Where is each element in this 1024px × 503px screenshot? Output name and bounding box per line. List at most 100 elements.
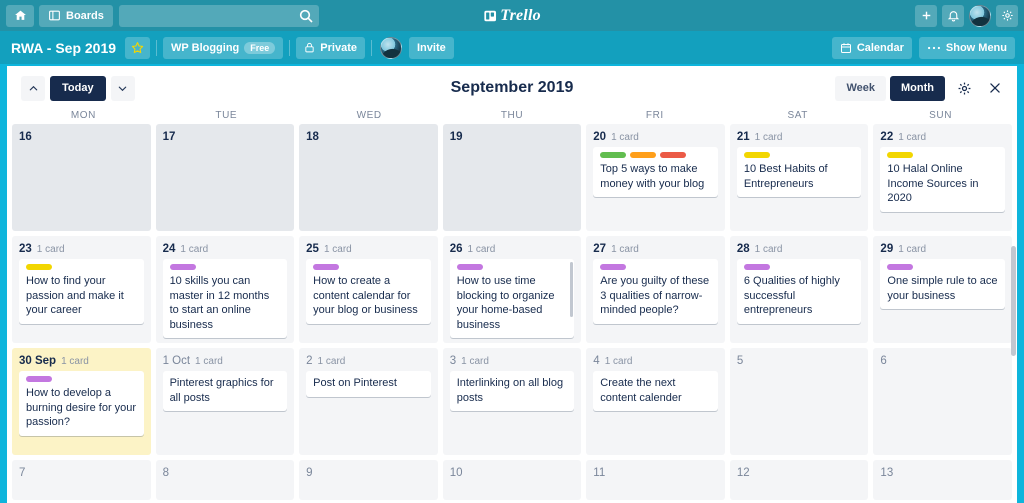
calendar-settings-gear-icon[interactable]: [952, 76, 976, 100]
trello-card[interactable]: How to find your passion and make it you…: [19, 259, 144, 324]
day-cell-26[interactable]: 26 1 card How to use time blocking to orga…: [442, 236, 582, 343]
day-cell-28[interactable]: 28 1 card 6 Qualities of highly successful…: [729, 236, 869, 343]
day-cell-21[interactable]: 21 1 card 10 Best Habits of Entrepreneurs: [729, 124, 869, 231]
label-chip-yellow[interactable]: [26, 264, 52, 270]
notifications-button[interactable]: [942, 4, 964, 27]
day-cell-1-oct[interactable]: 1 Oct 1 card Pinterest graphics for all po…: [155, 348, 295, 455]
day-cell-27[interactable]: 27 1 card Are you guilty of these 3 qualit…: [586, 236, 725, 343]
day-cell-29[interactable]: 29 1 card One simple rule to ace your busi…: [873, 236, 1012, 343]
show-menu-button[interactable]: Show Menu: [918, 36, 1015, 59]
day-cell-16[interactable]: 16: [12, 124, 151, 231]
next-period-button[interactable]: [110, 75, 135, 101]
label-chip-purple[interactable]: [743, 264, 770, 270]
home-button[interactable]: [6, 4, 34, 27]
label-chip-red[interactable]: [660, 152, 687, 158]
day-cell-22[interactable]: 22 1 card 10 Halal Online Income Sources i…: [873, 124, 1012, 231]
trello-card[interactable]: Top 5 ways to make money with your blog: [593, 147, 718, 197]
trello-card[interactable]: How to use time blocking to organize you…: [449, 259, 575, 338]
trello-logo[interactable]: Trello: [483, 7, 541, 25]
day-number: 10: [449, 467, 463, 479]
trello-card[interactable]: 6 Qualities of highly successful entrepr…: [736, 259, 862, 324]
weekday-header-thu: THU: [500, 110, 524, 121]
day-cell-18[interactable]: 18: [299, 124, 438, 231]
trello-card[interactable]: Are you guilty of these 3 qualities of n…: [593, 259, 718, 324]
label-chip-orange[interactable]: [630, 152, 657, 158]
day-cell-2[interactable]: 2 1 card Post on Pinterest: [299, 348, 438, 455]
day-cell-11[interactable]: 11: [586, 460, 725, 500]
day-cell-12[interactable]: 12: [729, 460, 869, 500]
label-chip-green[interactable]: [600, 152, 627, 158]
trello-card[interactable]: 10 Best Habits of Entrepreneurs: [736, 147, 862, 197]
user-avatar[interactable]: [969, 4, 991, 27]
day-cell-19[interactable]: 19: [442, 124, 582, 231]
label-chip-purple[interactable]: [600, 264, 627, 270]
day-header: 13: [880, 467, 1005, 479]
search-input[interactable]: [118, 9, 319, 22]
gear-icon[interactable]: [996, 4, 1018, 27]
day-cell-20[interactable]: 20 1 card Top 5 ways to make money with yo…: [586, 124, 725, 231]
day-cell-24[interactable]: 24 1 card 10 skills you can master in 12 m…: [155, 236, 295, 343]
day-cell-10[interactable]: 10: [442, 460, 582, 500]
day-header: 12: [737, 467, 862, 479]
card-scrollbar[interactable]: [570, 262, 574, 317]
calendar-label: Calendar: [856, 41, 904, 54]
trello-card[interactable]: Pinterest graphics for all posts: [162, 371, 288, 411]
day-cell-4[interactable]: 4 1 card Create the next content calender: [586, 348, 725, 455]
trello-card[interactable]: 10 Halal Online Income Sources in 2020: [880, 147, 1005, 212]
day-cell-7[interactable]: 7: [12, 460, 151, 500]
boards-button[interactable]: Boards: [39, 4, 113, 27]
day-header: 21 1 card: [737, 131, 862, 143]
day-header: 28 1 card: [737, 243, 862, 255]
home-icon: [14, 9, 27, 22]
previous-period-button[interactable]: [21, 75, 45, 101]
day-cell-23[interactable]: 23 1 card How to find your passion and mak…: [12, 236, 151, 343]
card-labels: [887, 152, 998, 158]
team-button[interactable]: WP Blogging Free: [163, 36, 284, 59]
label-chip-purple[interactable]: [887, 264, 914, 270]
search-icon[interactable]: [298, 8, 314, 24]
label-chip-yellow[interactable]: [887, 152, 914, 158]
trello-card[interactable]: How to create a content calendar for you…: [306, 259, 431, 324]
star-board-button[interactable]: [125, 36, 151, 59]
day-number: 1 Oct: [162, 355, 191, 367]
day-cell-25[interactable]: 25 1 card How to create a content calendar…: [299, 236, 438, 343]
member-avatar[interactable]: [380, 36, 402, 59]
board-title: RWA - Sep 2019: [11, 39, 117, 56]
search-box[interactable]: [118, 4, 319, 27]
trello-card[interactable]: Create the next content calender: [593, 371, 718, 411]
day-cell-13[interactable]: 13: [873, 460, 1012, 500]
calendar-scrollbar[interactable]: [1011, 246, 1016, 356]
label-chip-purple[interactable]: [169, 264, 196, 270]
day-cell-6[interactable]: 6: [873, 348, 1012, 455]
close-icon[interactable]: [983, 76, 1007, 100]
trello-card[interactable]: Interlinking on all blog posts: [449, 371, 575, 411]
trello-card[interactable]: One simple rule to ace your business: [880, 259, 1005, 309]
day-header: 11: [593, 467, 718, 479]
calendar-week-row: 23 1 card How to find your passion and mak…: [12, 236, 1012, 343]
visibility-button[interactable]: Private: [296, 36, 365, 59]
day-cell-30-sep[interactable]: 30 Sep 1 card How to develop a burning des…: [12, 348, 151, 455]
month-view-button[interactable]: Month: [890, 75, 945, 101]
day-cell-3[interactable]: 3 1 card Interlinking on all blog posts: [442, 348, 582, 455]
day-cell-17[interactable]: 17: [155, 124, 295, 231]
card-labels: [600, 152, 711, 158]
trello-card[interactable]: 10 skills you can master in 12 months to…: [162, 259, 288, 338]
calendar-powerup-button[interactable]: Calendar: [831, 36, 912, 59]
day-cell-8[interactable]: 8: [155, 460, 295, 500]
day-header: 18: [306, 131, 431, 143]
add-button[interactable]: [915, 4, 937, 27]
week-view-button[interactable]: Week: [835, 75, 887, 101]
day-cell-5[interactable]: 5: [729, 348, 869, 455]
label-chip-purple[interactable]: [26, 376, 52, 382]
trello-card[interactable]: How to develop a burning desire for your…: [19, 371, 144, 436]
label-chip-purple[interactable]: [313, 264, 340, 270]
today-button[interactable]: Today: [50, 75, 106, 101]
card-labels: [600, 264, 711, 270]
invite-button[interactable]: Invite: [409, 36, 454, 59]
label-chip-purple[interactable]: [456, 264, 483, 270]
trello-wordmark: Trello: [500, 6, 541, 24]
day-card-count: 1 card: [317, 356, 346, 367]
trello-card[interactable]: Post on Pinterest: [306, 371, 431, 397]
label-chip-yellow[interactable]: [743, 152, 770, 158]
day-cell-9[interactable]: 9: [299, 460, 438, 500]
